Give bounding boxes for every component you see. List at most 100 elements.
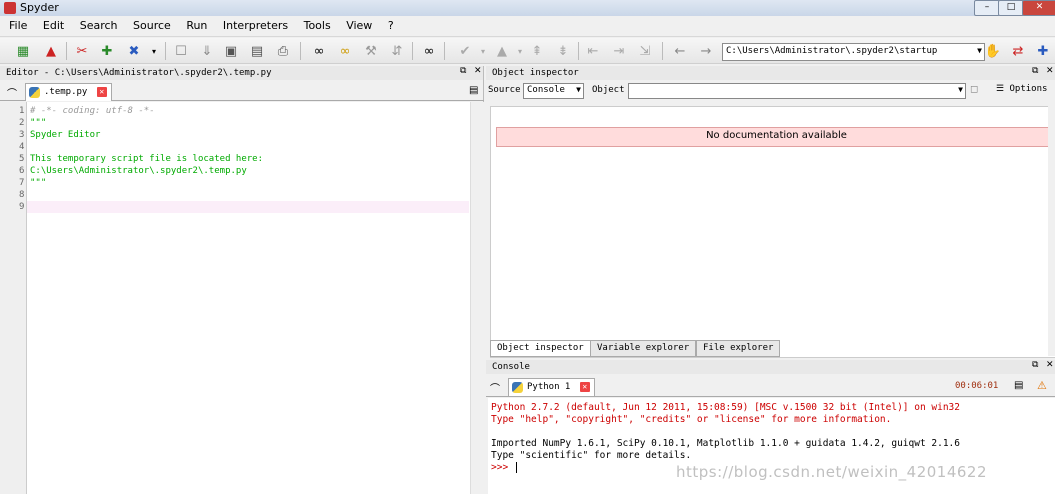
- source-select[interactable]: Console ▼: [523, 83, 584, 99]
- close-panel-icon[interactable]: ✕: [1046, 66, 1054, 76]
- close-tab-icon[interactable]: ✕: [96, 87, 107, 97]
- maximize-button[interactable]: □: [998, 0, 1024, 16]
- editor-panel-title: Editor - C:\Users\Administrator\.spyder2…: [0, 66, 483, 80]
- menu-source[interactable]: Source: [127, 17, 177, 32]
- python-tools-icon[interactable]: ✖: [124, 41, 144, 61]
- browse-folder-icon[interactable]: ✋: [983, 41, 1003, 61]
- code-line: Spyder Editor: [30, 130, 101, 140]
- close-tab-icon[interactable]: ✕: [579, 382, 590, 392]
- tab-variable-explorer[interactable]: Variable explorer: [590, 340, 697, 357]
- tab-file-explorer[interactable]: File explorer: [696, 340, 781, 357]
- console-line: Type "help", "copyright", "credits" or "…: [491, 414, 892, 425]
- object-inspector-panel: Object inspector ⧉ ✕ Source Console ▼ Ob…: [486, 66, 1055, 358]
- menu-interpreters[interactable]: Interpreters: [217, 17, 294, 32]
- console-tab-label: Python 1: [527, 382, 571, 392]
- line-number: 8: [19, 190, 25, 200]
- comment-icon[interactable]: ✔: [455, 41, 475, 61]
- minimize-button[interactable]: –: [974, 0, 1000, 16]
- menu-run[interactable]: Run: [180, 17, 213, 32]
- editor-tab-bar: ⌒ .temp.py ✕ ▤: [0, 82, 484, 101]
- documentation-view: No documentation available: [490, 106, 1055, 358]
- menu-tools[interactable]: Tools: [298, 17, 337, 32]
- chevron-down-icon[interactable]: ▼: [958, 84, 963, 96]
- object-input[interactable]: ▼: [628, 83, 966, 99]
- console-line: Python 2.7.2 (default, Jun 12 2011, 15:0…: [491, 402, 960, 413]
- menu-file[interactable]: File: [0, 17, 33, 32]
- chevron-down-icon[interactable]: ▾: [144, 41, 164, 61]
- indent-icon[interactable]: ▲: [492, 41, 512, 61]
- find-next-icon[interactable]: ∞: [335, 41, 355, 61]
- find-files-icon[interactable]: ∞: [419, 41, 439, 61]
- code-line: """: [30, 118, 47, 128]
- back-arrow-icon[interactable]: ←: [670, 41, 690, 61]
- open-file-icon[interactable]: ⇓: [197, 41, 217, 61]
- close-window-button[interactable]: ✕: [1022, 0, 1055, 16]
- last-edit-icon[interactable]: ⇲: [635, 41, 655, 61]
- code-line: # -*- coding: utf-8 -*-: [30, 106, 155, 116]
- menu-view[interactable]: View: [340, 17, 378, 32]
- bottom-tab-bar: Object inspector Variable explorer File …: [486, 340, 1055, 357]
- code-line: """: [30, 178, 47, 188]
- prev-warning-icon[interactable]: ⇤: [583, 41, 603, 61]
- options-label: Options: [1009, 84, 1048, 94]
- line-number: 4: [19, 142, 25, 152]
- move-down-icon[interactable]: ⇟: [553, 41, 573, 61]
- print-icon[interactable]: ⎙: [273, 41, 293, 61]
- line-number-gutter: 1 2 3 4 5 6 7 8 9: [0, 102, 27, 494]
- object-inspector-body: Source Console ▼ Object ▼ ◻ ☰ Options No…: [486, 82, 1055, 358]
- python-file-icon: [29, 87, 40, 98]
- close-panel-icon[interactable]: ✕: [1046, 360, 1054, 370]
- watermark-text: https://blog.csdn.net/weixin_42014622: [676, 463, 988, 481]
- lock-icon[interactable]: ◻: [970, 84, 978, 95]
- save-all-icon[interactable]: ▤: [247, 41, 267, 61]
- editor-panel: Editor - C:\Users\Administrator\.spyder2…: [0, 66, 485, 494]
- maximize-pane-icon[interactable]: ▦: [13, 41, 33, 61]
- undock-icon[interactable]: ⧉: [1032, 66, 1038, 76]
- browse-tabs-icon[interactable]: ⌒: [490, 380, 500, 395]
- undock-icon[interactable]: ⧉: [460, 66, 466, 76]
- console-prompt: >>>: [491, 462, 514, 473]
- undock-icon[interactable]: ⧉: [1032, 360, 1038, 370]
- working-directory-combo[interactable]: C:\Users\Administrator\.spyder2\startup …: [722, 43, 985, 61]
- browse-tabs-icon[interactable]: ⌒: [7, 85, 17, 100]
- forward-arrow-icon[interactable]: →: [696, 41, 716, 61]
- parent-directory-icon[interactable]: ⇄: [1008, 41, 1028, 61]
- next-warning-icon[interactable]: ⇥: [609, 41, 629, 61]
- save-file-icon[interactable]: ▣: [221, 41, 241, 61]
- menu-bar: File Edit Search Source Run Interpreters…: [0, 17, 1055, 37]
- find-icon[interactable]: ∞: [309, 41, 329, 61]
- close-panel-icon[interactable]: ✕: [474, 66, 482, 76]
- console-tab[interactable]: Python 1 ✕: [508, 378, 595, 396]
- chevron-down-icon[interactable]: ▾: [473, 41, 493, 61]
- menu-edit[interactable]: Edit: [37, 17, 70, 32]
- menu-search[interactable]: Search: [74, 17, 124, 32]
- title-bar: Spyder – □ ✕: [0, 0, 1055, 16]
- options-button[interactable]: ☰ Options: [996, 84, 1047, 94]
- warning-icon[interactable]: ⚠: [1037, 379, 1047, 392]
- cut-icon[interactable]: ✂: [72, 41, 92, 61]
- no-documentation-banner: No documentation available: [496, 127, 1055, 147]
- menu-help[interactable]: ?: [382, 17, 400, 32]
- console-line: Type "scientific" for more details.: [491, 450, 692, 461]
- tab-options-icon[interactable]: ▤: [469, 85, 478, 96]
- move-up-icon[interactable]: ⇞: [527, 41, 547, 61]
- code-line: This temporary script file is located he…: [30, 154, 263, 164]
- spyder-app-icon: [4, 2, 16, 14]
- chevron-down-icon[interactable]: ▼: [977, 44, 982, 58]
- console-line: Imported NumPy 1.6.1, SciPy 0.10.1, Matp…: [491, 438, 960, 449]
- new-file-icon[interactable]: ☐: [171, 41, 191, 61]
- python-icon: [512, 382, 523, 393]
- window-title: Spyder: [20, 1, 59, 14]
- console-options-icon[interactable]: ▤: [1014, 380, 1023, 391]
- code-editor[interactable]: 1 2 3 4 5 6 7 8 9 # -*- coding: utf-8 -*…: [0, 102, 470, 494]
- replace-icon[interactable]: ⚒: [361, 41, 381, 61]
- up-arrow-icon[interactable]: ✚: [1033, 41, 1053, 61]
- add-path-icon[interactable]: ✚: [97, 41, 117, 61]
- editor-tab[interactable]: .temp.py ✕: [25, 83, 112, 101]
- goto-line-icon[interactable]: ⇵: [387, 41, 407, 61]
- chevron-down-icon[interactable]: ▼: [576, 84, 581, 96]
- editor-scrollbar[interactable]: [470, 102, 485, 494]
- chart-icon[interactable]: ▲: [41, 41, 61, 61]
- console-title: Console: [486, 360, 1055, 374]
- tab-object-inspector[interactable]: Object inspector: [490, 340, 591, 357]
